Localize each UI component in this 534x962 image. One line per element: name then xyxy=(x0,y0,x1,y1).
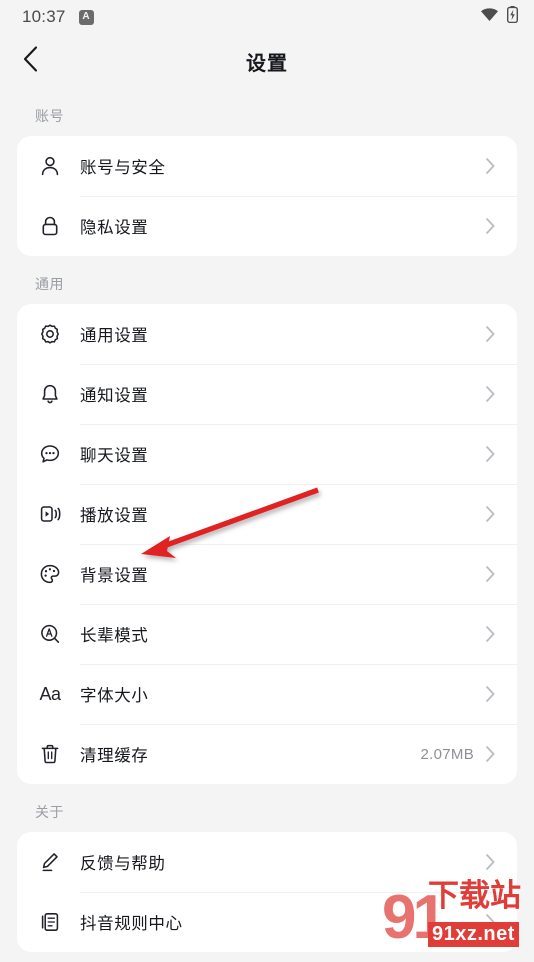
settings-row-label: 聊天设置 xyxy=(80,447,149,465)
settings-row-clear-cache[interactable]: 清理缓存 2.07MB xyxy=(17,724,517,784)
settings-card-about: 反馈与帮助 抖音规则中心 xyxy=(17,832,517,952)
settings-row-rules-center[interactable]: 抖音规则中心 xyxy=(17,892,517,952)
settings-row-label: 账号与安全 xyxy=(80,159,166,177)
alarm-badge-icon: A xyxy=(78,9,94,25)
chat-bubble-icon xyxy=(38,442,62,466)
back-button[interactable] xyxy=(10,41,50,81)
settings-row-label: 长辈模式 xyxy=(80,627,149,645)
font-size-icon: Aa xyxy=(39,683,61,704)
chevron-right-icon xyxy=(486,326,495,342)
status-bar: 10:37 A xyxy=(0,0,534,34)
settings-row-label: 字体大小 xyxy=(80,687,149,705)
chevron-right-icon xyxy=(486,566,495,582)
chevron-right-icon xyxy=(486,626,495,642)
chevron-left-icon xyxy=(23,45,38,77)
status-time: 10:37 xyxy=(22,7,66,26)
status-bar-right xyxy=(480,6,519,28)
page-title: 设置 xyxy=(246,52,288,75)
settings-row-label: 清理缓存 xyxy=(80,747,149,765)
section-label-account: 账号 xyxy=(35,108,64,124)
document-icon xyxy=(38,910,62,934)
settings-row-background[interactable]: 背景设置 xyxy=(17,544,517,604)
settings-row-privacy[interactable]: 隐私设置 xyxy=(17,196,517,256)
settings-card-general: 通用设置 通知设置 聊天设置 播放设置 背景设置 长辈模式 Aa 字体大小 清理… xyxy=(17,304,517,784)
settings-row-general-settings[interactable]: 通用设置 xyxy=(17,304,517,364)
pencil-icon xyxy=(38,850,62,874)
settings-row-label: 通用设置 xyxy=(80,327,149,345)
chevron-right-icon xyxy=(486,386,495,402)
settings-row-label: 反馈与帮助 xyxy=(80,855,166,873)
play-settings-icon xyxy=(38,502,62,526)
settings-row-playback[interactable]: 播放设置 xyxy=(17,484,517,544)
settings-row-account-security[interactable]: 账号与安全 xyxy=(17,136,517,196)
section-label-general: 通用 xyxy=(35,276,64,292)
settings-row-label: 通知设置 xyxy=(80,387,149,405)
gear-icon xyxy=(38,322,62,346)
palette-icon xyxy=(38,562,62,586)
page-header: 设置 xyxy=(0,34,534,88)
settings-row-elder-mode[interactable]: 长辈模式 xyxy=(17,604,517,664)
settings-row-chat[interactable]: 聊天设置 xyxy=(17,424,517,484)
settings-card-account: 账号与安全 隐私设置 xyxy=(17,136,517,256)
wifi-icon xyxy=(480,7,499,27)
settings-row-label: 隐私设置 xyxy=(80,219,149,237)
chevron-right-icon xyxy=(486,746,495,762)
magnifier-a-icon xyxy=(38,622,62,646)
chevron-right-icon xyxy=(486,854,495,870)
settings-row-notification[interactable]: 通知设置 xyxy=(17,364,517,424)
settings-row-value: 2.07MB xyxy=(420,745,474,763)
section-label-about: 关于 xyxy=(35,804,64,820)
person-icon xyxy=(38,154,62,178)
chevron-right-icon xyxy=(486,506,495,522)
lock-icon xyxy=(38,214,62,238)
settings-scroll-area[interactable]: 账号 账号与安全 隐私设置 通用 通用设置 通知设置 聊天设置 播放设置 背景设… xyxy=(0,88,534,962)
chevron-right-icon xyxy=(486,914,495,930)
bell-icon xyxy=(38,382,62,406)
chevron-right-icon xyxy=(486,686,495,702)
chevron-right-icon xyxy=(486,218,495,234)
settings-row-feedback-help[interactable]: 反馈与帮助 xyxy=(17,832,517,892)
settings-row-font-size[interactable]: Aa 字体大小 xyxy=(17,664,517,724)
trash-icon xyxy=(38,742,62,766)
chevron-right-icon xyxy=(486,446,495,462)
battery-charging-icon xyxy=(506,6,519,28)
settings-row-label: 抖音规则中心 xyxy=(80,915,183,933)
settings-row-label: 播放设置 xyxy=(80,507,149,525)
settings-row-label: 背景设置 xyxy=(80,567,149,585)
chevron-right-icon xyxy=(486,158,495,174)
status-bar-left: 10:37 A xyxy=(22,7,94,27)
